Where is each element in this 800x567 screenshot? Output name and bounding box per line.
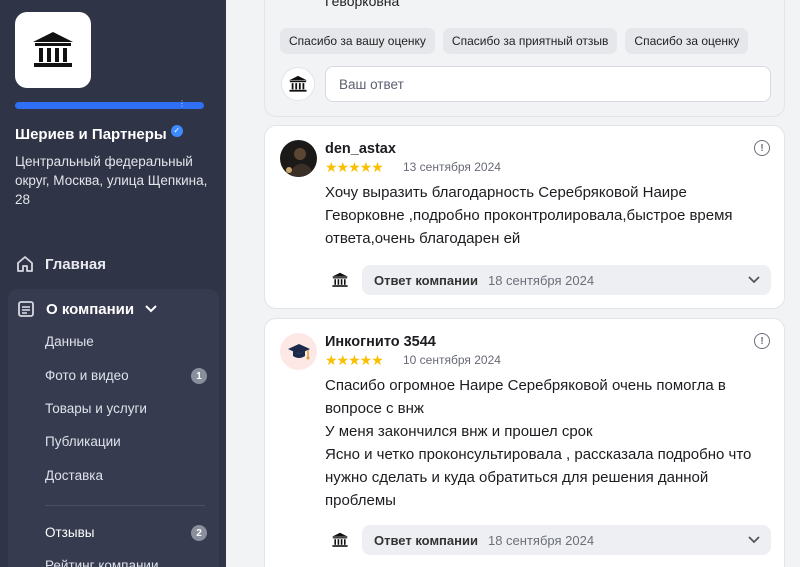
review-line: Хочу выразить благодарность Серебряковой… <box>325 184 687 201</box>
avatar[interactable] <box>280 333 317 370</box>
bank-building-icon <box>332 272 348 287</box>
chevron-down-icon <box>748 536 760 544</box>
sidebar: ⋮ Шериев и Партнеры ✓ Центральный федера… <box>0 0 226 567</box>
company-name: Шериев и Партнеры ✓ <box>15 124 183 143</box>
company-avatar <box>281 67 315 101</box>
user-photo-icon <box>280 140 317 177</box>
profile-progress-bar: ⋮ <box>15 99 204 109</box>
nav-about[interactable]: О компании <box>16 299 158 319</box>
sidebar-item-label: Фото и видео <box>45 368 129 383</box>
chevron-down-icon <box>748 276 760 284</box>
sidebar-item-photo-video[interactable]: Фото и видео <box>45 368 207 383</box>
company-answer-toggle[interactable]: Ответ компании 18 сентября 2024 <box>362 525 771 555</box>
quick-reply-chip[interactable]: Спасибо за вашу оценку <box>280 28 435 54</box>
sidebar-item-delivery[interactable]: Доставка <box>45 468 103 483</box>
answer-date: 18 сентября 2024 <box>487 532 595 548</box>
nav-about-label: О компании <box>46 300 135 318</box>
chevron-down-icon <box>145 305 157 313</box>
review-line: проблемы <box>325 492 396 509</box>
nav-home[interactable]: Главная <box>15 254 106 274</box>
verified-icon: ✓ <box>170 124 183 137</box>
review-date: 13 сентября 2024 <box>403 160 501 174</box>
review-text-tail: Геворковна <box>325 0 400 9</box>
quick-reply-chips: Спасибо за вашу оценку Спасибо за приятн… <box>280 28 749 54</box>
rating-stars: ★★★★★ <box>325 159 384 175</box>
review-card: Инкогнито 3544 ★★★★★ 10 сентября 2024 ! … <box>264 318 785 567</box>
review-author[interactable]: den_astax <box>325 141 396 157</box>
review-line: вопросе с внж <box>325 400 424 417</box>
review-author[interactable]: Инкогнито 3544 <box>325 334 436 350</box>
sidebar-item-goods-services[interactable]: Товары и услуги <box>45 401 147 416</box>
answer-date: 18 сентября 2024 <box>487 272 595 288</box>
previous-review-card: Геворковна Спасибо за вашу оценку Спасиб… <box>264 0 785 117</box>
answer-label: Ответ компании <box>374 532 478 548</box>
sidebar-divider <box>45 505 205 506</box>
bank-building-icon <box>33 32 73 67</box>
sidebar-item-reviews[interactable]: Отзывы <box>45 525 94 540</box>
company-answer-toggle[interactable]: Ответ компании 18 сентября 2024 <box>362 265 771 295</box>
review-line: Ясно и четко проконсультировала , расска… <box>325 446 752 463</box>
home-icon <box>17 256 33 272</box>
bank-building-icon <box>332 532 348 547</box>
rating-stars: ★★★★★ <box>325 352 384 368</box>
progress-marker: ⋮ <box>178 99 186 108</box>
nav-home-label: Главная <box>45 255 107 273</box>
reviews-count-badge: 2 <box>191 525 207 541</box>
document-icon <box>18 301 34 317</box>
company-logo[interactable] <box>15 12 91 88</box>
review-line: У меня закончился внж и прошел срок <box>325 423 593 440</box>
review-text: Хочу выразить благодарность Серебряковой… <box>325 181 733 250</box>
review-line: нужно сделать и куда обратиться для реше… <box>325 469 709 486</box>
review-line: Геворковне ,подробно проконтролировала,б… <box>325 207 733 224</box>
graduation-cap-icon <box>287 343 310 359</box>
review-line: Спасибо огромное Наире Серебряковой очен… <box>325 377 726 394</box>
reply-placeholder: Ваш ответ <box>339 76 404 92</box>
photo-count-badge: 1 <box>191 368 207 384</box>
company-avatar <box>325 265 355 295</box>
sidebar-item-rating[interactable]: Рейтинг компании <box>45 558 159 567</box>
company-name-text: Шериев и Партнеры <box>15 126 167 143</box>
quick-reply-chip[interactable]: Спасибо за оценку <box>625 28 749 54</box>
reply-input[interactable]: Ваш ответ <box>325 66 771 102</box>
company-avatar <box>325 525 355 555</box>
company-address: Центральный федеральный округ, Москва, у… <box>15 154 208 207</box>
bank-building-icon <box>289 75 307 92</box>
review-text: Спасибо огромное Наире Серебряковой очен… <box>325 374 751 512</box>
answer-label: Ответ компании <box>374 272 478 288</box>
review-line: ответа,очень благодарен ей <box>325 230 521 247</box>
info-icon[interactable]: ! <box>754 140 770 156</box>
sidebar-item-data[interactable]: Данные <box>45 334 94 349</box>
review-date: 10 сентября 2024 <box>403 353 501 367</box>
info-icon[interactable]: ! <box>754 333 770 349</box>
quick-reply-chip[interactable]: Спасибо за приятный отзыв <box>442 28 618 54</box>
review-card: den_astax ★★★★★ 13 сентября 2024 ! Хочу … <box>264 125 785 309</box>
avatar[interactable] <box>280 140 317 177</box>
about-section: О компании Данные Фото и видео 1 Товары … <box>8 289 219 567</box>
sidebar-item-publications[interactable]: Публикации <box>45 434 121 449</box>
